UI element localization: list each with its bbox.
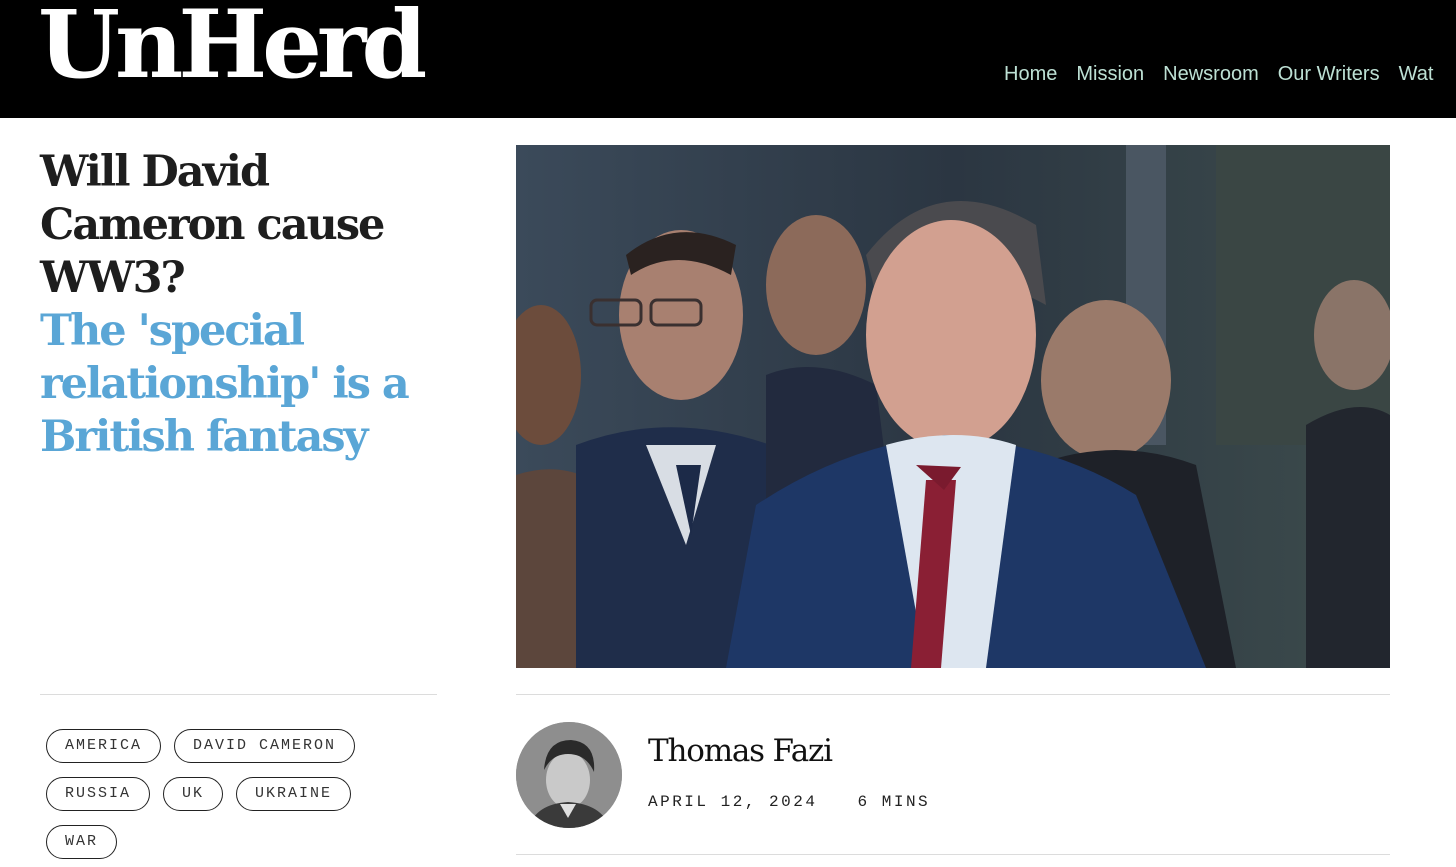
author-name[interactable]: Thomas Fazi [648,733,833,769]
divider-bottom [516,854,1390,855]
tag-russia[interactable]: RUSSIA [46,777,151,811]
tag-america[interactable]: AMERICA [46,729,162,763]
divider-left [40,694,437,695]
publish-date: APRIL 12, 2024 [648,793,818,811]
nav-home[interactable]: Home [1004,63,1057,86]
nav-our-writers[interactable]: Our Writers [1278,63,1380,86]
tag-david-cameron[interactable]: DAVID CAMERON [174,729,356,763]
tag-list: AMERICA DAVID CAMERON RUSSIA UK UKRAINE … [46,729,426,859]
tag-uk[interactable]: UK [163,777,224,811]
divider-right [516,694,1390,695]
nav-watch[interactable]: Wat [1399,63,1434,86]
hero-image [516,145,1390,668]
read-time: 6 MINS [857,793,931,811]
tag-war[interactable]: WAR [46,825,118,859]
site-logo[interactable]: UnHerd [38,0,427,97]
nav-mission[interactable]: Mission [1076,63,1144,86]
author-avatar[interactable] [516,722,622,828]
article-headline: Will David Cameron cause WW3? The 'speci… [40,146,460,464]
article-title: Will David Cameron cause WW3? [40,147,385,303]
site-header: UnHerd Home Mission Newsroom Our Writers… [0,0,1456,118]
tag-ukraine[interactable]: UKRAINE [236,777,352,811]
article-meta: APRIL 12, 2024 6 MINS [648,793,930,811]
main-nav: Home Mission Newsroom Our Writers Wat [1004,63,1433,86]
article-subtitle: The 'special relationship' is a British … [40,306,410,462]
nav-newsroom[interactable]: Newsroom [1163,63,1259,86]
